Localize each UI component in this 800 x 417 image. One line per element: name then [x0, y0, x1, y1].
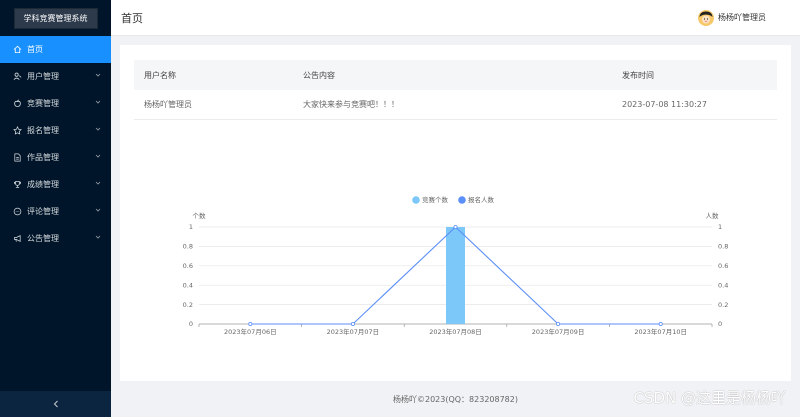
table-header: 用户名称 公告内容 发布时间 [134, 60, 777, 90]
sidebar-item-label: 竞赛管理 [27, 99, 59, 108]
sidebar-item-6[interactable]: 评论管理 [0, 198, 111, 225]
y-tick-right: 0.8 [718, 243, 728, 251]
sidebar-menu: 首页用户管理竞赛管理报名管理作品管理成绩管理评论管理公告管理 [0, 36, 111, 252]
sidebar-item-label: 评论管理 [27, 207, 59, 216]
line-point [248, 321, 253, 326]
chart-bar [446, 227, 465, 324]
user-name: 杨杨吖管理员 [718, 13, 766, 22]
star-icon [12, 126, 22, 136]
chevron-left-icon [53, 400, 58, 408]
sidebar-item-label: 作品管理 [27, 153, 59, 162]
x-tick-label: 2023年07月07日 [327, 327, 380, 336]
watermark: CSDN @这里是杨杨吖 [633, 389, 786, 407]
collapse-sidebar-button[interactable] [0, 391, 111, 417]
y-tick-left: 0.4 [183, 281, 193, 289]
page-title: 首页 [121, 11, 143, 25]
stats-chart: 0 00.2 0.20.4 0.40.6 0.60.8 0.81 1个数 人数2023年07月… [183, 195, 729, 336]
dashboard-card: 用户名称 公告内容 发布时间 杨杨吖管理员 大家快来参与竞赛吧！！！ 2023-… [120, 45, 791, 381]
sidebar-item-4[interactable]: 作品管理 [0, 144, 111, 171]
sidebar-item-label: 用户管理 [27, 72, 59, 81]
chevron-down-icon [95, 181, 101, 185]
x-tick-label: 2023年07月06日 [224, 327, 277, 336]
chevron-down-icon [95, 100, 101, 104]
sidebar: 学科竞赛管理系统 首页用户管理竞赛管理报名管理作品管理成绩管理评论管理公告管理 [0, 0, 111, 417]
user-icon [12, 72, 22, 82]
cell-time: 2023-07-08 11:30:27 [622, 100, 707, 109]
sidebar-item-2[interactable]: 竞赛管理 [0, 90, 111, 117]
user-menu[interactable]: 杨杨吖管理员 [698, 9, 766, 26]
y-axis-title-right: 人数 [706, 211, 720, 220]
y-tick-right: 0.2 [718, 301, 728, 309]
megaphone-icon [12, 234, 22, 244]
top-header: 首页 杨杨吖管理员 [111, 0, 800, 36]
y-tick-left: 0 [189, 320, 193, 328]
sidebar-item-5[interactable]: 成绩管理 [0, 171, 111, 198]
chevron-down-icon [95, 154, 101, 158]
app-logo-title: 学科竞赛管理系统 [13, 7, 98, 29]
y-tick-left: 0.8 [183, 243, 193, 251]
cell-content: 大家快来参与竞赛吧！！！ [303, 100, 399, 109]
chevron-down-icon [95, 127, 101, 131]
x-tick-label: 2023年07月08日 [429, 327, 482, 336]
legend-swatch [458, 196, 466, 204]
sidebar-item-0[interactable]: 首页 [0, 36, 111, 63]
line-point [556, 321, 561, 326]
document-icon [12, 153, 22, 163]
legend-swatch [412, 196, 420, 204]
y-tick-right: 0.4 [718, 281, 728, 289]
sidebar-item-label: 成绩管理 [27, 180, 59, 189]
x-tick-label: 2023年07月10日 [634, 327, 687, 336]
y-tick-left: 0.6 [183, 262, 193, 270]
y-tick-left: 0.2 [183, 301, 193, 309]
sidebar-item-label: 公告管理 [27, 234, 59, 243]
x-tick-label: 2023年07月09日 [532, 327, 585, 336]
legend-label: 竞赛个数 [422, 195, 449, 204]
logo-area: 学科竞赛管理系统 [0, 0, 111, 36]
y-tick-right: 0 [718, 320, 722, 328]
column-header-time: 发布时间 [622, 70, 654, 80]
line-point [453, 225, 458, 230]
cell-user: 杨杨吖管理员 [144, 100, 192, 109]
chevron-down-icon [95, 208, 101, 212]
announcement-table: 用户名称 公告内容 发布时间 杨杨吖管理员 大家快来参与竞赛吧！！！ 2023-… [134, 60, 777, 120]
chevron-down-icon [95, 73, 101, 77]
y-tick-right: 0.6 [718, 262, 728, 270]
apple-icon [12, 99, 22, 109]
avatar-icon [698, 9, 714, 26]
sidebar-item-7[interactable]: 公告管理 [0, 225, 111, 252]
y-tick-right: 1 [718, 223, 722, 231]
y-axis-title-left: 个数 [193, 211, 207, 220]
y-tick-left: 1 [189, 223, 193, 231]
line-point [658, 321, 663, 326]
column-header-user: 用户名称 [144, 70, 176, 80]
sidebar-item-1[interactable]: 用户管理 [0, 63, 111, 90]
column-header-content: 公告内容 [303, 70, 335, 80]
sidebar-item-label: 报名管理 [27, 126, 59, 135]
table-row[interactable]: 杨杨吖管理员 大家快来参与竞赛吧！！！ 2023-07-08 11:30:27 [134, 90, 777, 120]
trophy-icon [12, 180, 22, 190]
sidebar-item-3[interactable]: 报名管理 [0, 117, 111, 144]
chevron-down-icon [95, 235, 101, 239]
home-icon [12, 45, 22, 55]
chat-icon [12, 207, 22, 217]
line-point [350, 321, 355, 326]
legend-label: 报名人数 [468, 195, 495, 204]
sidebar-item-label: 首页 [27, 45, 43, 54]
